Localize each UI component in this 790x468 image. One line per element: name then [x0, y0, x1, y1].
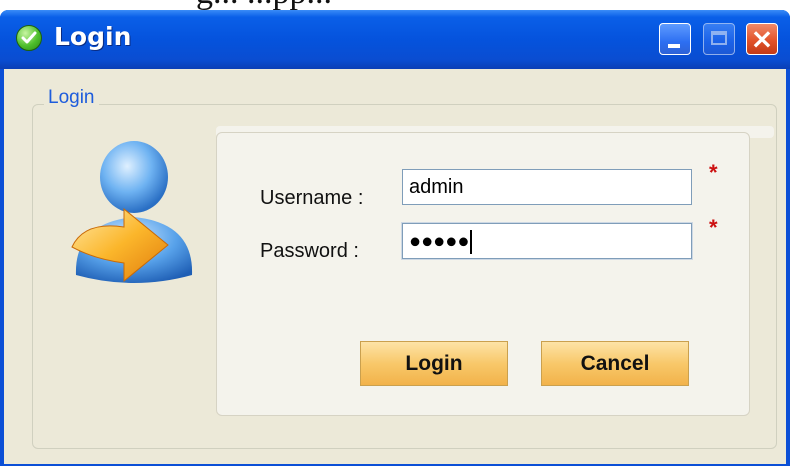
username-required-marker: *	[709, 160, 718, 185]
window-client-area: Login Username: admin * Password: ●●●●…	[4, 69, 786, 464]
close-icon: ×	[750, 22, 774, 55]
username-value: admin	[409, 176, 464, 198]
password-mask: ●●●●●	[409, 230, 470, 253]
groupbox-title: Login	[44, 87, 99, 109]
check-icon	[16, 25, 42, 51]
maximize-button	[703, 23, 735, 55]
maximize-icon	[711, 31, 727, 45]
title-bar[interactable]: Login ×	[0, 10, 790, 69]
login-button[interactable]: Login	[360, 341, 508, 386]
user-login-icon	[71, 141, 193, 283]
window-title: Login	[54, 22, 132, 51]
close-button[interactable]: ×	[746, 22, 778, 55]
password-required-marker: *	[709, 215, 718, 240]
password-field[interactable]: ●●●●●	[401, 222, 693, 260]
cancel-button[interactable]: Cancel	[541, 341, 689, 386]
login-window: Login × Login Username: admin * Passwor…	[0, 10, 790, 466]
text-caret	[470, 230, 473, 254]
password-label: Password :	[260, 240, 359, 262]
username-label: Username :	[260, 187, 364, 209]
username-field[interactable]: admin	[402, 169, 692, 205]
minimize-button[interactable]	[659, 23, 691, 55]
minimize-icon	[668, 44, 680, 48]
